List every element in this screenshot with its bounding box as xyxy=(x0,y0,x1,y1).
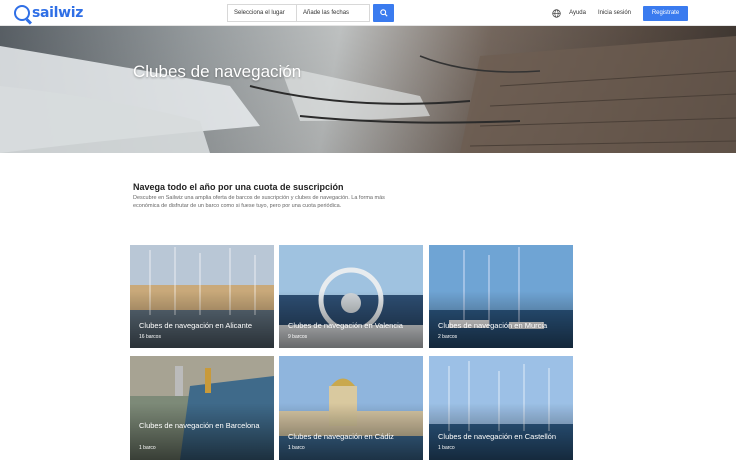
login-link[interactable]: Inicia sesión xyxy=(598,10,631,16)
card-title: Clubes de navegación en Cádiz xyxy=(288,432,394,441)
card-title: Clubes de navegación en Barcelona xyxy=(139,421,260,430)
club-card-cadiz[interactable]: Clubes de navegación en Cádiz 1 barco xyxy=(279,356,423,460)
club-card-castellon[interactable]: Clubes de navegación en Castellón 1 barc… xyxy=(429,356,573,460)
card-title: Clubes de navegación en Valencia xyxy=(288,321,403,330)
intro-text: Descubre en Sailwiz una amplia oferta de… xyxy=(133,195,385,209)
place-field[interactable]: Selecciona el lugar xyxy=(227,4,296,22)
card-count: 9 barcos xyxy=(288,334,308,340)
top-header: sailwiz Selecciona el lugar Añade las fe… xyxy=(0,0,736,26)
card-title: Clubes de navegación en Castellón xyxy=(438,432,556,441)
club-card-alicante[interactable]: Clubes de navegación en Alicante 16 barc… xyxy=(130,245,274,348)
search-bar: Selecciona el lugar Añade las fechas xyxy=(227,4,394,22)
hero-image xyxy=(0,36,736,153)
help-link[interactable]: Ayuda xyxy=(569,10,586,16)
card-count: 1 barco xyxy=(139,445,156,451)
hero-banner: Clubes de navegación xyxy=(0,26,736,153)
dates-field[interactable]: Añade las fechas xyxy=(296,4,370,22)
club-card-barcelona[interactable]: Clubes de navegación en Barcelona 1 barc… xyxy=(130,356,274,460)
header-nav: Ayuda Inicia sesión Registrate xyxy=(552,5,688,21)
register-button[interactable]: Registrate xyxy=(643,5,688,21)
hero-title: Clubes de navegación xyxy=(133,62,302,81)
card-title: Clubes de navegación en Murcia xyxy=(438,321,548,330)
card-count: 16 barcos xyxy=(139,334,161,340)
card-count: 2 barcos xyxy=(438,334,458,340)
club-card-murcia[interactable]: Clubes de navegación en Murcia 2 barcos xyxy=(429,245,573,348)
globe-icon[interactable] xyxy=(552,8,561,18)
card-count: 1 barco xyxy=(438,445,455,451)
search-icon xyxy=(379,9,388,17)
logo-mark-icon xyxy=(14,5,30,21)
card-count: 1 barco xyxy=(288,445,305,451)
logo-text: sailwiz xyxy=(32,5,84,21)
club-card-valencia[interactable]: Clubes de navegación en Valencia 9 barco… xyxy=(279,245,423,348)
search-button[interactable] xyxy=(373,4,394,22)
card-title: Clubes de navegación en Alicante xyxy=(139,321,252,330)
sailwiz-logo[interactable]: sailwiz xyxy=(14,4,83,22)
intro-title: Navega todo el año por una cuota de susc… xyxy=(133,182,344,192)
